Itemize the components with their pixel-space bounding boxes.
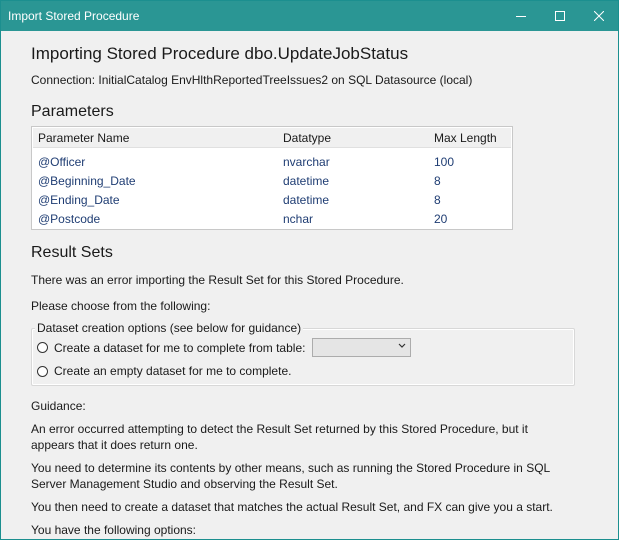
guidance-paragraph-1: An error occurred attempting to detect t… (31, 422, 528, 452)
maximize-button[interactable] (540, 1, 579, 31)
close-button[interactable] (579, 1, 618, 31)
param-datatype: nchar (283, 211, 314, 226)
guidance-paragraph-4: You have the following options: (31, 523, 197, 537)
param-max-length: 100 (434, 154, 455, 169)
chevron-down-icon (399, 343, 406, 348)
maximize-icon (554, 11, 565, 21)
guidance-paragraph-2: You need to determine its contents by ot… (31, 461, 550, 491)
dataset-options-group: Dataset creation options (see below for … (31, 321, 575, 386)
parameters-table[interactable]: Parameter Name Datatype Max Length @Offi… (31, 126, 513, 230)
choose-prompt: Please choose from the following: (31, 299, 211, 313)
guidance-label: Guidance: (31, 399, 86, 413)
group-legend: Dataset creation options (see below for … (35, 321, 304, 335)
option-from-table[interactable]: Create a dataset for me to complete from… (37, 338, 412, 357)
minimize-icon (515, 16, 526, 17)
table-row[interactable]: @Ending_Date datetime 8 (33, 190, 511, 209)
table-row[interactable]: @Officer nvarchar 100 (33, 152, 511, 171)
window-title: Import Stored Procedure (8, 9, 140, 23)
dialog-content: Importing Stored Procedure dbo.UpdateJob… (1, 44, 618, 538)
table-combobox[interactable] (312, 338, 412, 357)
page-title: Importing Stored Procedure dbo.UpdateJob… (31, 44, 409, 63)
column-header-max-length[interactable]: Max Length (434, 131, 510, 145)
radio-empty-dataset[interactable] (37, 365, 48, 377)
param-datatype: datetime (283, 173, 330, 188)
param-datatype: nvarchar (283, 154, 330, 169)
param-name: @Ending_Date (38, 192, 120, 207)
connection-info: Connection: InitialCatalog EnvHlthReport… (31, 73, 473, 87)
guidance-paragraph-3: You then need to create a dataset that m… (31, 500, 553, 514)
column-header-name[interactable]: Parameter Name (33, 131, 283, 145)
option-empty-dataset-label[interactable]: Create an empty dataset for me to comple… (54, 364, 291, 378)
param-datatype: datetime (283, 192, 330, 207)
radio-from-table[interactable] (37, 342, 48, 353)
param-max-length: 20 (434, 211, 448, 226)
close-icon (593, 11, 604, 21)
table-header: Parameter Name Datatype Max Length (33, 128, 511, 148)
table-row[interactable]: @Postcode nchar 20 (33, 209, 511, 228)
table-row[interactable]: @Beginning_Date datetime 8 (33, 171, 511, 190)
parameters-title: Parameters (31, 103, 114, 120)
param-name: @Beginning_Date (38, 173, 136, 188)
result-set-error: There was an error importing the Result … (31, 273, 404, 287)
option-empty-dataset[interactable]: Create an empty dataset for me to comple… (37, 364, 291, 378)
result-sets-title: Result Sets (31, 244, 113, 261)
param-max-length: 8 (434, 192, 441, 207)
window-controls (501, 1, 618, 31)
column-header-datatype[interactable]: Datatype (283, 131, 434, 145)
option-from-table-label[interactable]: Create a dataset for me to complete from… (54, 341, 305, 355)
minimize-button[interactable] (501, 1, 540, 31)
param-max-length: 8 (434, 173, 441, 188)
title-bar[interactable]: Import Stored Procedure (1, 1, 618, 31)
import-stored-procedure-window: Import Stored Procedure Importing Stored… (0, 0, 619, 540)
param-name: @Officer (38, 154, 86, 169)
param-name: @Postcode (38, 211, 101, 226)
